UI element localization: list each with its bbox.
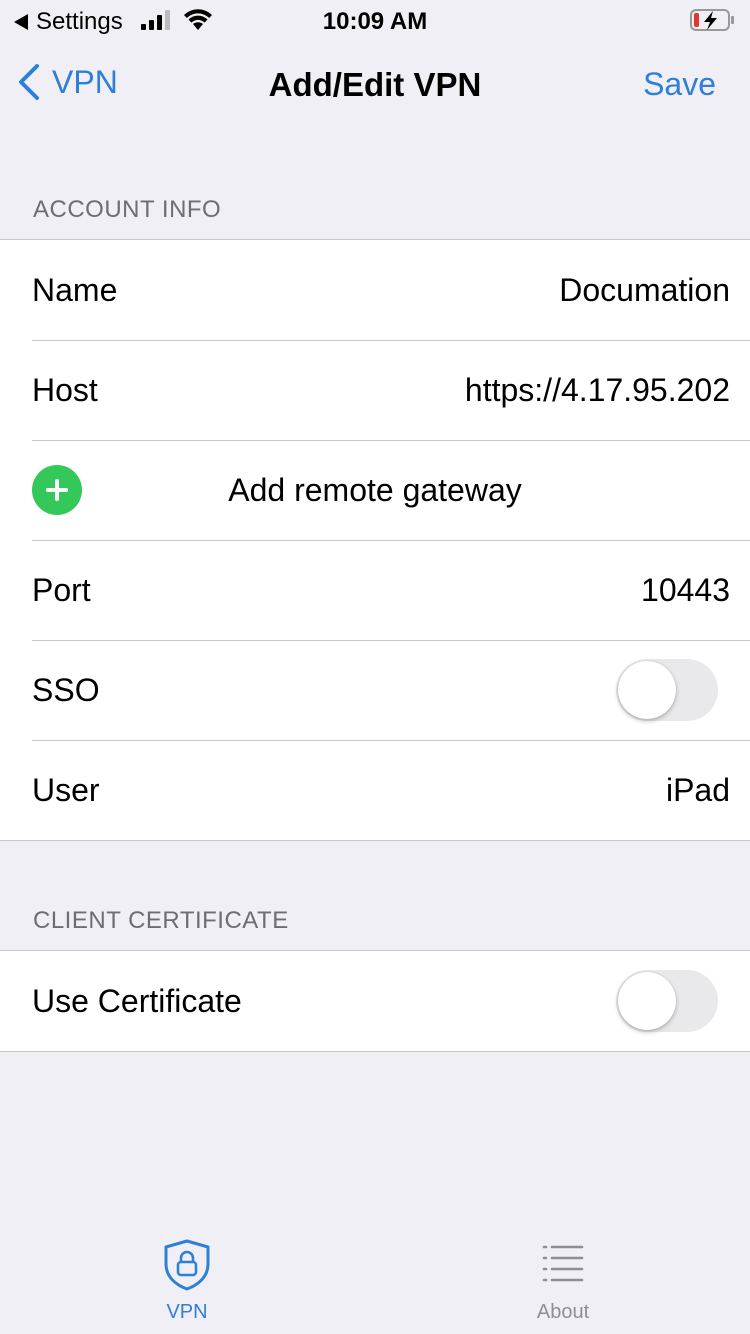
port-label: Port — [32, 571, 91, 608]
use-certificate-toggle[interactable] — [616, 970, 718, 1032]
account-info-group: Name Documation Host https://4.17.95.202… — [0, 239, 750, 841]
host-row[interactable]: Host https://4.17.95.202 — [0, 340, 750, 440]
use-certificate-label: Use Certificate — [32, 982, 242, 1019]
save-button[interactable]: Save — [643, 66, 716, 103]
user-value: iPad — [665, 771, 730, 808]
use-certificate-row: Use Certificate — [0, 951, 750, 1051]
host-value: https://4.17.95.202 — [464, 371, 730, 408]
chevron-left-icon — [19, 64, 39, 100]
section-header-client-certificate: CLIENT CERTIFICATE — [33, 907, 289, 934]
navigation-bar: VPN Add/Edit VPN Save — [0, 40, 750, 128]
add-remote-gateway-label: Add remote gateway — [228, 471, 522, 508]
port-row[interactable]: Port 10443 — [0, 540, 750, 640]
shield-lock-icon — [164, 1239, 210, 1291]
sso-toggle-knob — [618, 661, 676, 719]
user-label: User — [32, 771, 100, 808]
tab-vpn[interactable]: VPN — [87, 1238, 287, 1324]
host-label: Host — [32, 371, 98, 408]
list-icon — [542, 1245, 584, 1282]
name-row[interactable]: Name Documation — [0, 240, 750, 340]
status-time: 10:09 AM — [322, 8, 428, 35]
user-row[interactable]: User iPad — [0, 740, 750, 840]
tab-bar: VPN About — [0, 1224, 750, 1334]
name-label: Name — [32, 271, 118, 308]
status-bar: Settings 10:09 AM — [0, 0, 750, 40]
tab-about-label: About — [536, 1301, 590, 1323]
name-value: Documation — [559, 271, 730, 308]
sso-label: SSO — [32, 671, 100, 708]
tab-vpn-label: VPN — [166, 1301, 208, 1323]
back-button-label: VPN — [52, 63, 118, 100]
battery-charging-icon — [690, 9, 734, 31]
tab-about[interactable]: About — [463, 1238, 663, 1324]
sso-row: SSO — [0, 640, 750, 740]
port-value: 10443 — [641, 571, 730, 608]
use-certificate-toggle-knob — [618, 972, 676, 1030]
back-button[interactable]: VPN — [16, 62, 118, 102]
sso-toggle[interactable] — [616, 659, 718, 721]
client-certificate-group: Use Certificate — [0, 950, 750, 1052]
add-circle-icon — [32, 465, 82, 515]
add-remote-gateway-button[interactable]: Add remote gateway — [0, 440, 750, 540]
section-header-account-info: ACCOUNT INFO — [33, 196, 222, 223]
